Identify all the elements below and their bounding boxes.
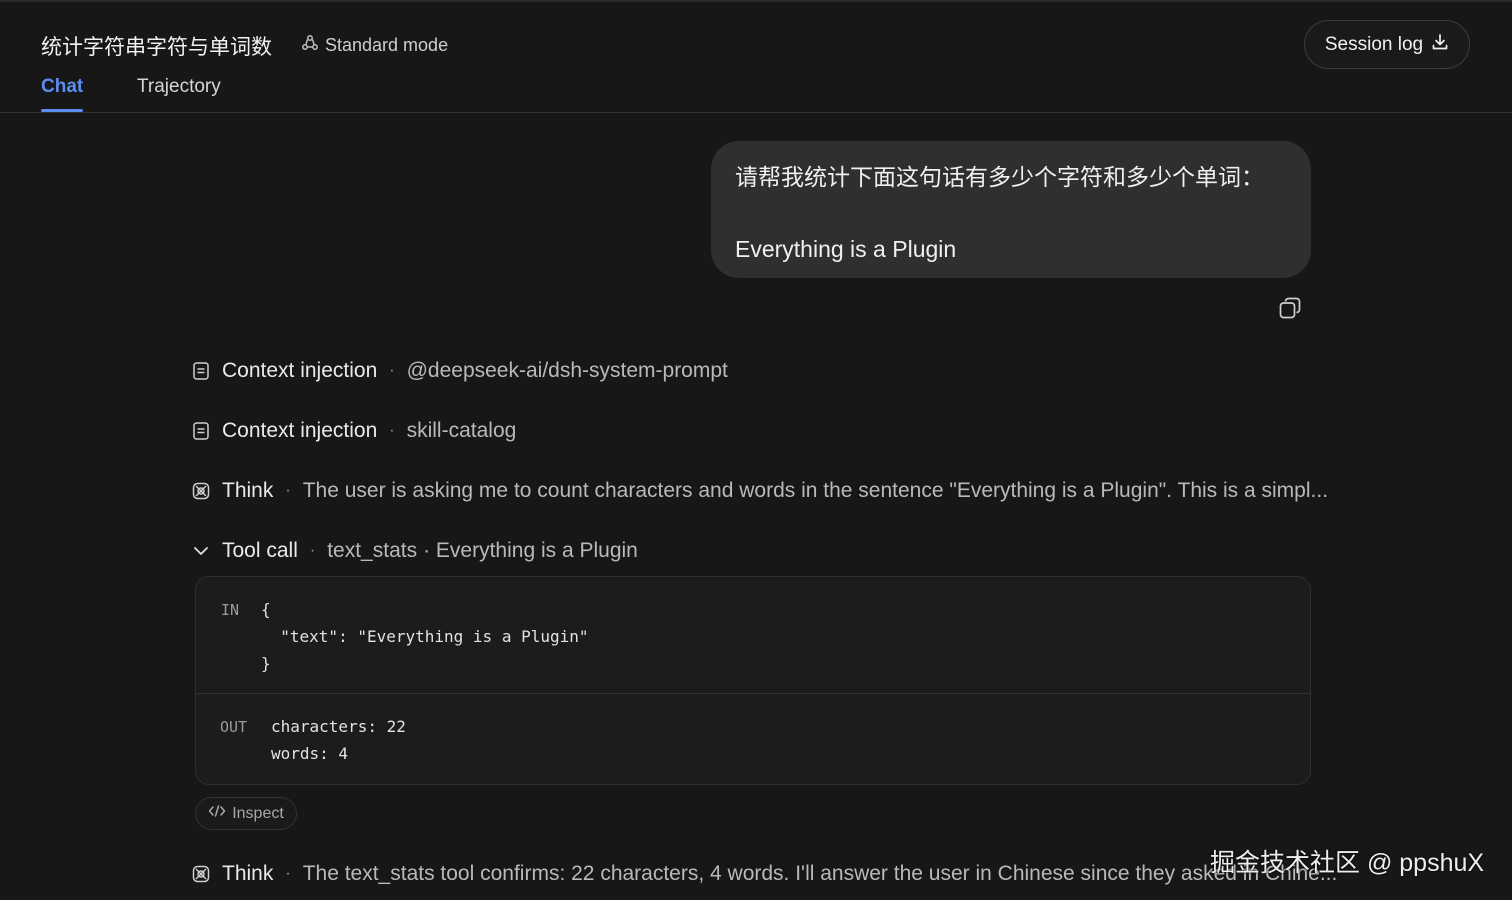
step-label: Tool call [222, 539, 298, 562]
separator-dot: · [285, 482, 291, 499]
copy-icon[interactable] [1278, 296, 1302, 320]
separator-dot: · [389, 362, 395, 379]
user-message-line: Everything is a Plugin [735, 236, 957, 262]
tool-argument-summary: · Everything is a Plugin [423, 539, 638, 562]
header: 统计字符串字符与单词数 Standard mode Session log Ch… [0, 0, 1512, 113]
step-detail: skill-catalog [406, 419, 517, 442]
step-label: Think [222, 862, 274, 885]
document-icon [191, 361, 211, 381]
tab-chat[interactable]: Chat [41, 76, 83, 98]
step-label: Context injection [222, 419, 378, 442]
watermark: 掘金技术社区 @ ppshuX [1210, 849, 1485, 877]
step-detail: @deepseek-ai/dsh-system-prompt [406, 359, 728, 382]
cycle-icon [301, 34, 319, 57]
document-icon [191, 421, 211, 441]
user-message-line: 请帮我统计下面这句话有多少个字符和多少个单词： [735, 164, 1264, 190]
page-title: 统计字符串字符与单词数 [41, 36, 272, 59]
output-line: words: 4 [271, 744, 349, 763]
step-think[interactable]: Think · The user is asking me to count c… [191, 479, 1328, 503]
code-line: } [261, 654, 271, 673]
user-message-bubble: 请帮我统计下面这句话有多少个字符和多少个单词： Everything is a … [711, 141, 1311, 278]
tool-name: text_stats [327, 539, 418, 562]
separator-dot: · [285, 865, 291, 882]
code-line: "text": "Everything is a Plugin" [261, 627, 589, 646]
step-detail: The user is asking me to count character… [302, 479, 1329, 502]
step-think[interactable]: Think · The text_stats tool confirms: 22… [191, 862, 1337, 886]
separator-dot: · [309, 542, 316, 559]
mode-label: Standard mode [325, 35, 449, 55]
brain-icon [191, 481, 211, 501]
output-label: OUT [220, 718, 248, 736]
step-tool-call[interactable]: Tool call · text_stats · Everything is a… [191, 539, 638, 563]
step-label: Think [222, 479, 274, 502]
code-line: { [261, 600, 271, 619]
input-label: IN [221, 601, 240, 619]
download-icon [1431, 33, 1449, 57]
mode-indicator[interactable]: Standard mode [301, 34, 448, 57]
step-context-injection[interactable]: Context injection · skill-catalog [191, 419, 516, 443]
session-log-label: Session log [1324, 33, 1424, 55]
step-label: Context injection [222, 359, 378, 382]
session-log-button[interactable]: Session log [1304, 20, 1470, 69]
chevron-down-icon[interactable] [191, 541, 211, 561]
tab-trajectory[interactable]: Trajectory [137, 76, 221, 98]
tool-input-section: IN { "text": "Everything is a Plugin" } [196, 577, 1310, 694]
inspect-button[interactable]: Inspect [195, 797, 297, 830]
output-line: characters: 22 [271, 717, 406, 736]
separator-dot: · [389, 422, 395, 439]
active-tab-indicator [41, 109, 83, 112]
step-context-injection[interactable]: Context injection · @deepseek-ai/dsh-sys… [191, 359, 728, 383]
step-detail: The text_stats tool confirms: 22 charact… [302, 862, 1338, 885]
inspect-label: Inspect [232, 804, 284, 822]
brain-icon [191, 864, 211, 884]
code-icon [208, 804, 226, 823]
tool-call-panel: IN { "text": "Everything is a Plugin" } … [195, 576, 1311, 785]
